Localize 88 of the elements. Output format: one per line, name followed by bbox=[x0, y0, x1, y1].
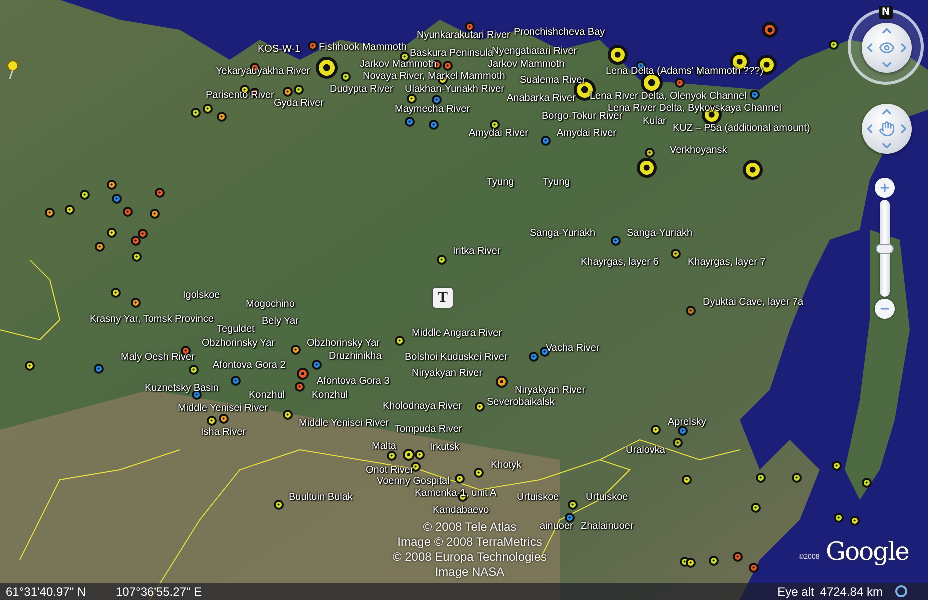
placemark-icon[interactable] bbox=[407, 94, 417, 104]
place-label[interactable]: Obzhorinsky Yar bbox=[202, 338, 275, 350]
place-label[interactable]: Amydai River bbox=[469, 128, 528, 140]
place-label[interactable]: Niryakyan River bbox=[412, 368, 483, 380]
place-label[interactable]: Lena Delta (Adams' Mammoth ???) bbox=[606, 66, 764, 78]
place-label[interactable]: Pronchishcheva Bay bbox=[514, 27, 606, 39]
place-label[interactable]: Buultuin Bulak bbox=[289, 492, 353, 504]
place-label[interactable]: Nyengatiatari River bbox=[492, 46, 578, 58]
place-label[interactable]: Middle Angara River bbox=[412, 328, 502, 340]
eye-icon bbox=[879, 40, 895, 56]
place-label[interactable]: Middle Yenisei River bbox=[178, 403, 268, 415]
plus-icon bbox=[879, 182, 891, 194]
place-label[interactable]: Tompuda River bbox=[395, 424, 462, 436]
place-label[interactable]: Iritka River bbox=[453, 246, 501, 258]
place-label[interactable]: Dudypta River bbox=[330, 84, 394, 96]
place-label[interactable]: KUZ – P5a (additional amount) bbox=[673, 123, 810, 135]
pushpin-icon[interactable] bbox=[6, 60, 20, 80]
place-label[interactable]: Voenny Gospital bbox=[377, 476, 450, 488]
place-label[interactable]: Isha River bbox=[201, 427, 246, 439]
place-label[interactable]: Novaya River, Markel Mammoth bbox=[363, 71, 506, 83]
eye-alt-label: Eye alt bbox=[778, 584, 814, 598]
place-label[interactable]: Baskura Peninsula bbox=[410, 48, 494, 60]
place-label[interactable]: Druzhinikha bbox=[329, 351, 382, 363]
place-label[interactable]: Kholodnaya River bbox=[383, 401, 462, 413]
attribution-text: Image NASA bbox=[435, 565, 505, 580]
place-label[interactable]: Fishhook Mammoth bbox=[319, 42, 407, 54]
place-label[interactable]: Severobaikalsk bbox=[487, 397, 555, 409]
place-label[interactable]: Obzhorinsky Yar bbox=[307, 338, 380, 350]
place-label[interactable]: Maymecha River bbox=[395, 104, 470, 116]
place-label[interactable]: Uralovka bbox=[626, 445, 666, 457]
place-label[interactable]: Sanga-Yuriakh bbox=[530, 228, 596, 240]
logo-text: Google bbox=[826, 538, 909, 566]
place-label[interactable]: Gyda River bbox=[274, 98, 324, 110]
place-label[interactable]: Afontova Gora 3 bbox=[317, 376, 390, 388]
ring-icon bbox=[895, 585, 908, 598]
place-label[interactable]: Tyung bbox=[487, 177, 514, 189]
longitude-text: 107°36'55.27" E bbox=[116, 584, 202, 598]
place-label[interactable]: Mogochino bbox=[246, 299, 295, 311]
place-label[interactable]: Dyuktai Cave, layer 7a bbox=[703, 297, 804, 309]
place-label[interactable]: Bolshoi Kuduskei River bbox=[405, 352, 508, 364]
news-badge-icon[interactable]: T bbox=[433, 288, 453, 308]
place-label[interactable]: Tyung bbox=[543, 177, 570, 189]
place-label[interactable]: Yekaryauyakha River bbox=[216, 66, 310, 78]
place-label[interactable]: Khayrgas, layer 6 bbox=[581, 257, 659, 269]
place-label[interactable]: Anabarka River bbox=[507, 93, 576, 105]
place-label[interactable]: Lena River Delta, Olenyok Channel bbox=[590, 91, 747, 103]
eye-alt-value: 4724.84 km bbox=[820, 584, 883, 598]
place-label[interactable]: Malta bbox=[372, 441, 396, 453]
place-label[interactable]: Parisento River bbox=[206, 90, 274, 102]
place-label[interactable]: Maly Oesh River bbox=[121, 352, 195, 364]
place-label[interactable]: Niryakyan River bbox=[515, 385, 586, 397]
place-label[interactable]: Onot River bbox=[366, 465, 414, 477]
place-label[interactable]: Amydai River bbox=[557, 128, 616, 140]
place-label[interactable]: Afontova Gora 2 bbox=[213, 360, 286, 372]
north-indicator[interactable]: N bbox=[879, 6, 893, 19]
latitude-text: 61°31'40.97" N bbox=[6, 584, 88, 598]
place-label[interactable]: Teguldet bbox=[217, 324, 255, 336]
placemark-icon[interactable] bbox=[192, 390, 202, 400]
place-label[interactable]: Kuznetsky Basin bbox=[145, 383, 219, 395]
place-label[interactable]: Middle Yenisei River bbox=[299, 418, 390, 430]
zoom-slider-thumb[interactable] bbox=[876, 244, 894, 254]
hand-icon bbox=[879, 121, 895, 137]
attribution-text: © 2008 Tele Atlas bbox=[423, 520, 517, 535]
attribution-text: Image © 2008 TerraMetrics bbox=[398, 535, 542, 550]
place-label[interactable]: Bely Yar bbox=[262, 316, 299, 328]
place-label[interactable]: Urtuiskoe bbox=[517, 492, 560, 504]
placemark-icon[interactable] bbox=[387, 451, 397, 461]
place-label[interactable]: Krasny Yar, Tomsk Province bbox=[90, 314, 214, 326]
place-label[interactable]: Aprelsky bbox=[668, 417, 706, 429]
place-label[interactable]: Jarkov Mammoth bbox=[488, 59, 565, 71]
place-label[interactable]: Ulakhan-Yuriakh River bbox=[405, 84, 504, 96]
place-label[interactable]: Borgo-Tokur River bbox=[542, 111, 623, 123]
place-label[interactable]: Khayrgas, layer 7 bbox=[688, 257, 766, 269]
place-label[interactable]: Konzhul bbox=[249, 390, 286, 402]
place-label[interactable]: Khotyk bbox=[491, 460, 522, 472]
place-label[interactable]: Sanga-Yuriakh bbox=[627, 228, 693, 240]
place-label[interactable]: Irkutsk bbox=[430, 442, 460, 454]
place-label[interactable]: KOS-W-1 bbox=[258, 44, 301, 56]
placemark-icon[interactable] bbox=[490, 120, 500, 130]
place-label[interactable]: Verkhoyansk bbox=[670, 145, 728, 157]
place-label[interactable]: Igolskoe bbox=[183, 290, 220, 302]
place-label[interactable]: Sualema River bbox=[520, 75, 586, 87]
place-label[interactable]: Nyunkarakutari River bbox=[417, 30, 510, 42]
place-label[interactable]: Kandabaevo bbox=[433, 505, 490, 517]
place-label[interactable]: Zhalainuoer bbox=[581, 521, 634, 533]
place-label[interactable]: Vacha River bbox=[546, 343, 600, 355]
place-label[interactable]: Kular bbox=[643, 116, 666, 128]
place-label[interactable]: Konzhul bbox=[312, 390, 348, 402]
